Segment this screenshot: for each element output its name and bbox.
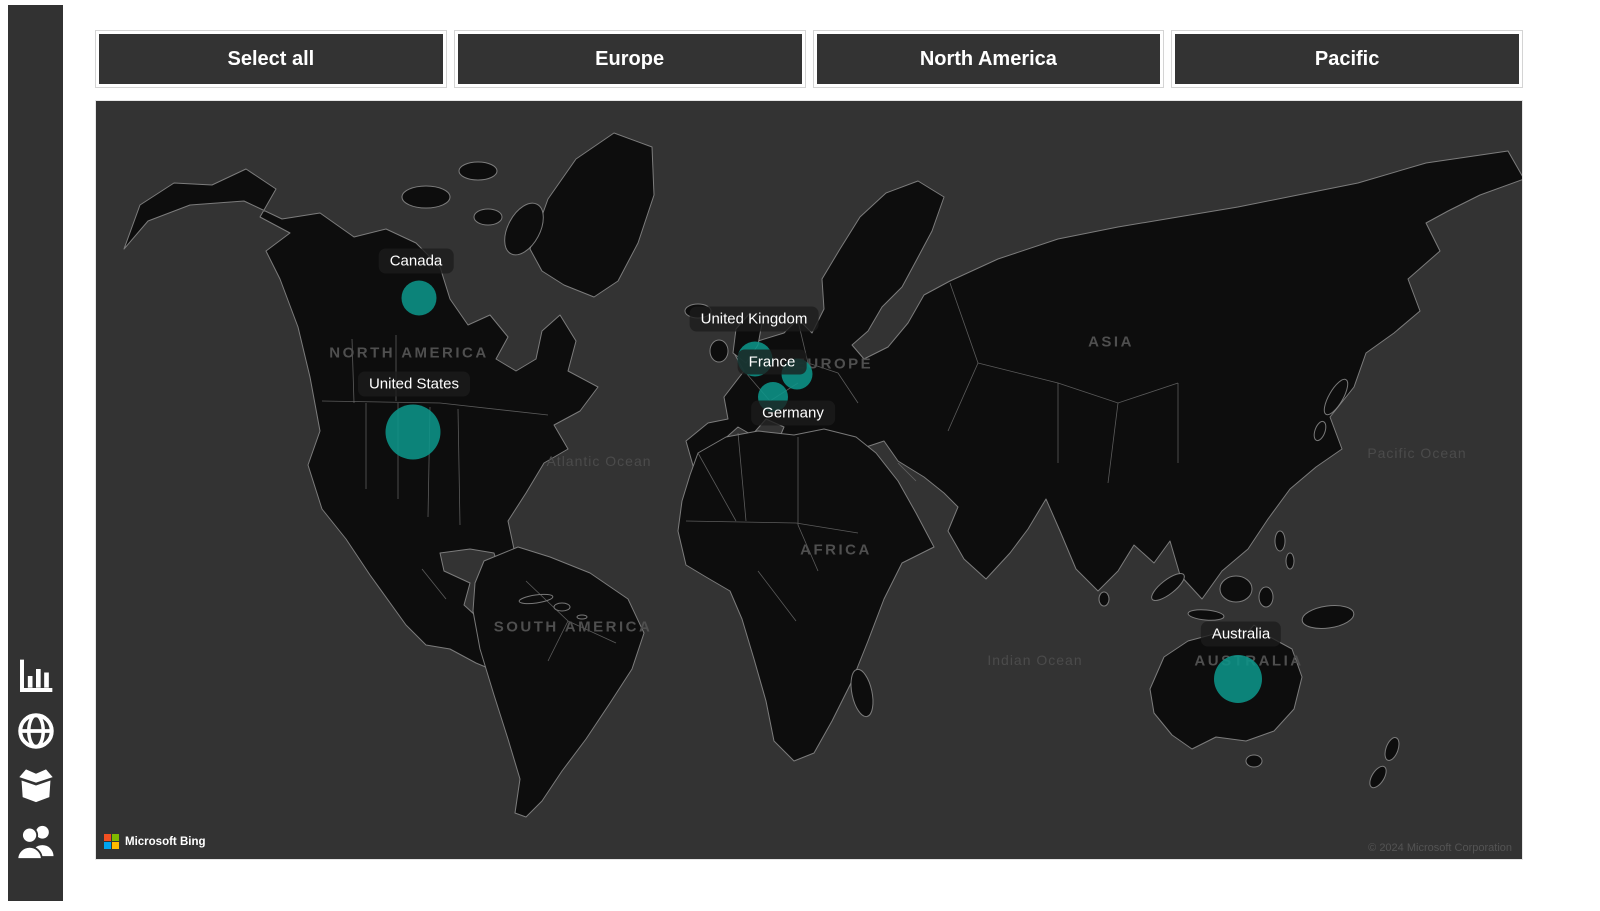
slicer-wrap: Select all [95,30,447,88]
map-region-label-asia: ASIA [1088,334,1134,351]
world-map-visual[interactable]: NORTH AMERICA SOUTH AMERICA EUROPE AFRIC… [95,100,1523,860]
sidebar-icon-list [8,655,63,862]
world-map [96,101,1523,860]
ocean-label-indian: Indian Ocean [987,652,1082,668]
bubble-canada[interactable] [402,281,437,316]
people-icon[interactable] [15,820,57,862]
map-region-label-africa: AFRICA [800,542,872,559]
bing-attribution-label: Microsoft Bing [125,836,206,848]
slicer-button-select-all[interactable]: Select all [99,34,443,84]
map-region-label-south-america: SOUTH AMERICA [494,619,653,636]
globe-icon[interactable] [15,710,57,752]
bing-logo[interactable]: Microsoft Bing [104,834,206,849]
bubble-australia[interactable] [1214,655,1262,703]
slicer-wrap: Pacific [1171,30,1523,88]
slicer-wrap: Europe [454,30,806,88]
slicer-button-europe[interactable]: Europe [458,34,802,84]
country-label-germany: Germany [751,401,835,426]
bar-chart-icon[interactable] [15,655,57,697]
country-label-united-states: United States [358,372,470,397]
slicer-button-pacific[interactable]: Pacific [1175,34,1519,84]
open-box-icon[interactable] [15,765,57,807]
bubble-united-states[interactable] [386,405,441,460]
sidebar [8,5,63,901]
microsoft-logo-icon [104,834,119,849]
ocean-label-pacific: Pacific Ocean [1367,445,1466,461]
country-label-france: France [738,350,807,375]
ocean-label-atlantic: Atlantic Ocean [546,453,651,469]
country-label-united-kingdom: United Kingdom [690,307,819,332]
country-label-canada: Canada [379,249,454,274]
map-region-label-north-america: NORTH AMERICA [329,345,488,362]
slicer-wrap: North America [813,30,1165,88]
slicer-button-north-america[interactable]: North America [817,34,1161,84]
map-copyright: © 2024 Microsoft Corporation [1368,842,1512,854]
country-label-australia: Australia [1201,622,1281,647]
region-slicer: Select all Europe North America Pacific [95,30,1523,88]
